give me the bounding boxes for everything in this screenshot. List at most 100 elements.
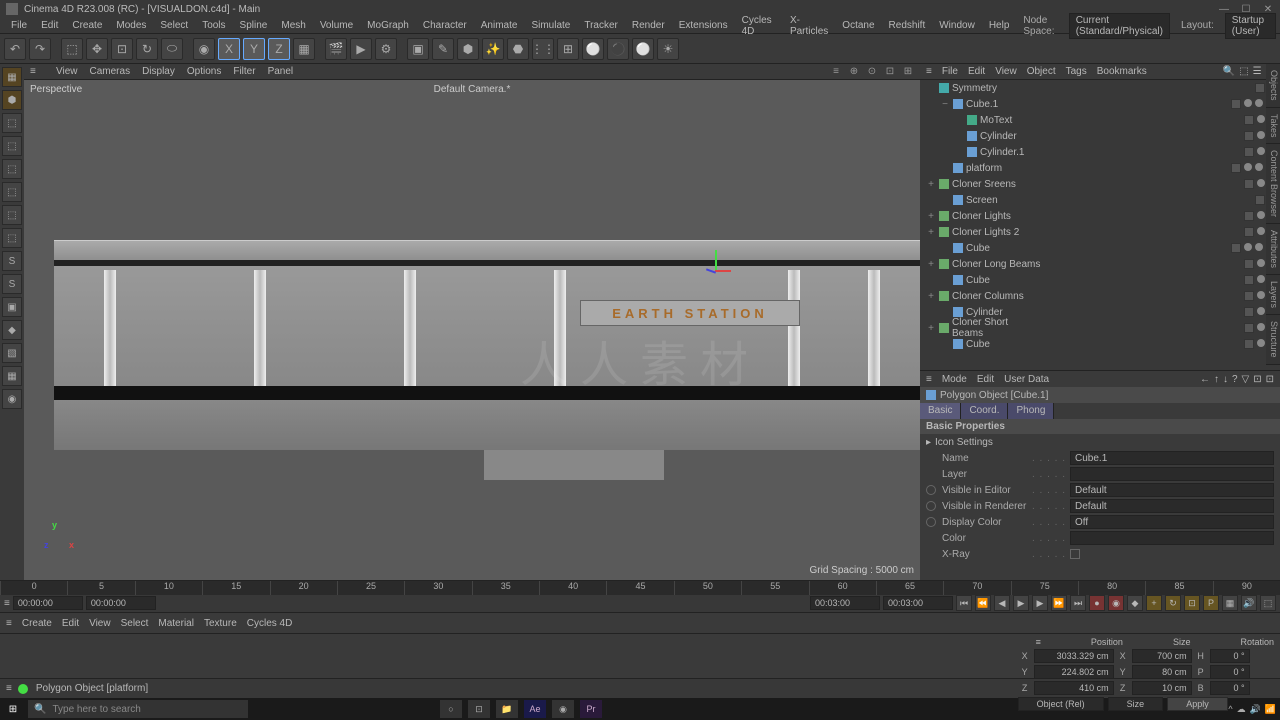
menu-render[interactable]: Render — [625, 20, 672, 31]
toolbar-btn-16[interactable]: ▶ — [350, 38, 372, 60]
left-tool-8[interactable]: S — [2, 251, 22, 271]
toolbar-btn-4[interactable]: ✥ — [86, 38, 108, 60]
toolbar-btn-6[interactable]: ↻ — [136, 38, 158, 60]
timeline-ruler[interactable]: 051015202530354045505560657075808590 — [0, 581, 1280, 595]
left-tool-12[interactable]: ▧ — [2, 343, 22, 363]
key-rot[interactable]: ↻ — [1165, 595, 1181, 611]
toolbar-btn-13[interactable]: ▦ — [293, 38, 315, 60]
toolbar-btn-19[interactable]: ▣ — [407, 38, 429, 60]
toolbar-btn-7[interactable]: ⬭ — [161, 38, 183, 60]
viewmenu-filter[interactable]: Filter — [233, 66, 255, 77]
attrbtn-5[interactable]: ⊡ — [1253, 374, 1261, 385]
task-ae[interactable]: Ae — [524, 700, 546, 718]
menu-simulate[interactable]: Simulate — [524, 20, 577, 31]
sidetab-structure[interactable]: Structure — [1266, 315, 1280, 365]
left-tool-13[interactable]: ▦ — [2, 366, 22, 386]
menu-spline[interactable]: Spline — [233, 20, 275, 31]
attrmenu-edit[interactable]: Edit — [977, 374, 994, 385]
attrbtn-2[interactable]: ↓ — [1223, 374, 1228, 385]
toolbar-btn-1[interactable]: ↷ — [29, 38, 51, 60]
viewmenu-view[interactable]: View — [56, 66, 78, 77]
mat-menu-icon[interactable]: ≡ — [6, 618, 12, 629]
objmenu-edit[interactable]: Edit — [968, 66, 985, 77]
menu-window[interactable]: Window — [932, 20, 982, 31]
menu-tools[interactable]: Tools — [195, 20, 232, 31]
record-button[interactable]: ● — [1089, 595, 1105, 611]
move-gizmo[interactable] — [704, 250, 728, 290]
toolbar-btn-15[interactable]: 🎬 — [325, 38, 347, 60]
menu-mesh[interactable]: Mesh — [274, 20, 312, 31]
objmenu-view[interactable]: View — [995, 66, 1017, 77]
attrbtn-0[interactable]: ← — [1200, 374, 1210, 385]
coord-mode-select[interactable]: Object (Rel) — [1018, 697, 1104, 711]
left-tool-14[interactable]: ◉ — [2, 389, 22, 409]
objmenu-object[interactable]: Object — [1027, 66, 1056, 77]
left-tool-9[interactable]: S — [2, 274, 22, 294]
viewbtn-0[interactable]: ≡ — [830, 66, 842, 78]
menu-help[interactable]: Help — [982, 20, 1017, 31]
coord-Z-pv[interactable]: 410 cm — [1034, 681, 1114, 695]
toolbar-btn-11[interactable]: Y — [243, 38, 265, 60]
time-end[interactable]: 00:03:00 — [810, 596, 880, 610]
task-explorer[interactable]: 📁 — [496, 700, 518, 718]
objmenu-tags[interactable]: Tags — [1066, 66, 1087, 77]
coord-size-select[interactable]: Size — [1108, 697, 1164, 711]
menu-redshift[interactable]: Redshift — [882, 20, 933, 31]
search-box[interactable]: 🔍 Type here to search — [28, 700, 248, 718]
task-view[interactable]: ⊡ — [468, 700, 490, 718]
toolbar-btn-10[interactable]: X — [218, 38, 240, 60]
attrbtn-3[interactable]: ? — [1232, 374, 1238, 385]
viewbtn-4[interactable]: ⊞ — [902, 66, 914, 78]
tab-coord[interactable]: Coord. — [961, 403, 1008, 419]
left-tool-4[interactable]: ⬚ — [2, 159, 22, 179]
left-tool-2[interactable]: ⬚ — [2, 113, 22, 133]
task-cortana[interactable]: ○ — [440, 700, 462, 718]
tree-item-platform[interactable]: platform — [920, 160, 1280, 176]
next-frame[interactable]: ▶ — [1032, 595, 1048, 611]
nodespace-dropdown[interactable]: Current (Standard/Physical) — [1069, 13, 1170, 39]
viewmenu-display[interactable]: Display — [142, 66, 175, 77]
menu-select[interactable]: Select — [153, 20, 195, 31]
objmenu-bookmarks[interactable]: Bookmarks — [1097, 66, 1147, 77]
attrbtn-4[interactable]: ▽ — [1242, 374, 1250, 385]
task-pr[interactable]: Pr — [580, 700, 602, 718]
keyframe-sel[interactable]: ◆ — [1127, 595, 1143, 611]
autokey-button[interactable]: ◉ — [1108, 595, 1124, 611]
left-tool-11[interactable]: ◆ — [2, 320, 22, 340]
coord-Y-sv[interactable]: 80 cm — [1132, 665, 1192, 679]
matmenu-view[interactable]: View — [89, 618, 111, 629]
sidetab-attributes[interactable]: Attributes — [1266, 224, 1280, 275]
toolbar-btn-22[interactable]: ✨ — [482, 38, 504, 60]
key-grid[interactable]: ▦ — [1222, 595, 1238, 611]
menu-extensions[interactable]: Extensions — [672, 20, 735, 31]
toolbar-btn-25[interactable]: ⊞ — [557, 38, 579, 60]
coord-menu-icon[interactable]: ≡ — [1036, 637, 1041, 647]
menu-edit[interactable]: Edit — [34, 20, 65, 31]
left-tool-5[interactable]: ⬚ — [2, 182, 22, 202]
coord-Y-pv[interactable]: 224.802 cm — [1034, 665, 1114, 679]
left-tool-10[interactable]: ▣ — [2, 297, 22, 317]
toolbar-btn-28[interactable]: ⚪ — [632, 38, 654, 60]
play-button[interactable]: ▶ — [1013, 595, 1029, 611]
toolbar-btn-12[interactable]: Z — [268, 38, 290, 60]
matmenu-select[interactable]: Select — [121, 618, 149, 629]
time-start[interactable]: 00:00:00 — [13, 596, 83, 610]
attrbtn-1[interactable]: ↑ — [1214, 374, 1219, 385]
object-tree[interactable]: Symmetry−Cube.1MoTextCylinderCylinder.1p… — [920, 80, 1280, 370]
tree-item-cube[interactable]: Cube — [920, 272, 1280, 288]
coord-Y-rv[interactable]: 0 ° — [1210, 665, 1250, 679]
tree-item-cloner-lights[interactable]: +Cloner Lights — [920, 208, 1280, 224]
viewport-menu-icon[interactable]: ≡ — [30, 66, 44, 77]
matmenu-cycles-4d[interactable]: Cycles 4D — [247, 618, 293, 629]
apply-button[interactable]: Apply — [1167, 697, 1228, 711]
tree-item-cloner-sreens[interactable]: +Cloner Sreens — [920, 176, 1280, 192]
start-button[interactable]: ⊞ — [4, 700, 22, 718]
system-tray[interactable]: ^☁🔊📶 — [1228, 704, 1276, 715]
menu-cycles-4d[interactable]: Cycles 4D — [735, 15, 783, 37]
attrmenu-user-data[interactable]: User Data — [1004, 374, 1049, 385]
menu-volume[interactable]: Volume — [313, 20, 360, 31]
goto-start[interactable]: ⏮ — [956, 595, 972, 611]
sidetab-objects[interactable]: Objects — [1266, 64, 1280, 108]
matmenu-material[interactable]: Material — [158, 618, 194, 629]
objmenu-file[interactable]: File — [942, 66, 958, 77]
